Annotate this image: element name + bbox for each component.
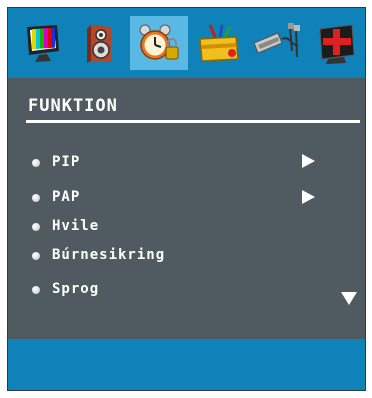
submenu-arrow-icon[interactable] xyxy=(302,154,315,168)
menu-item-hvile[interactable]: Hvile xyxy=(30,218,320,240)
menu-item-sprog[interactable]: Sprog xyxy=(30,281,320,303)
tab-channels[interactable] xyxy=(308,16,366,70)
tab-function[interactable] xyxy=(130,16,188,70)
menu-item-pap[interactable]: PAP xyxy=(30,189,320,211)
menu-item-label: Sprog xyxy=(52,281,100,297)
speaker-icon xyxy=(87,25,111,63)
menu-title: FUNKTION xyxy=(28,96,118,116)
bullet-icon xyxy=(32,194,40,202)
tab-settings[interactable] xyxy=(190,16,248,70)
tab-picture[interactable] xyxy=(14,16,72,70)
menu-item-label: Búrnesikring xyxy=(52,247,166,263)
menu-item-label: PIP xyxy=(52,154,81,170)
menu-item-label: Hvile xyxy=(52,218,100,234)
submenu-arrow-icon[interactable] xyxy=(302,190,315,204)
bullet-icon xyxy=(32,159,40,167)
title-divider xyxy=(26,120,360,123)
tab-source[interactable] xyxy=(248,16,306,70)
osd-menu-panel: FUNKTION PIP PAP Hvile Búrnesikring Spro… xyxy=(7,7,366,391)
toolbox-icon xyxy=(199,24,239,62)
bullet-icon xyxy=(32,286,40,294)
cables-icon xyxy=(253,23,300,58)
tv-icon xyxy=(27,25,59,62)
red-cross-icon xyxy=(319,24,355,64)
tab-sound[interactable] xyxy=(72,16,130,70)
bullet-icon xyxy=(32,252,40,260)
alarm-clock-icon xyxy=(139,24,179,60)
scroll-down-icon[interactable] xyxy=(341,292,357,305)
bullet-icon xyxy=(32,223,40,231)
menu-footer-bar xyxy=(8,339,365,390)
menu-item-label: PAP xyxy=(52,189,81,205)
menu-item-pip[interactable]: PIP xyxy=(30,154,320,176)
menu-item-burnesikring[interactable]: Búrnesikring xyxy=(30,247,320,269)
menu-icon-bar xyxy=(8,8,365,78)
